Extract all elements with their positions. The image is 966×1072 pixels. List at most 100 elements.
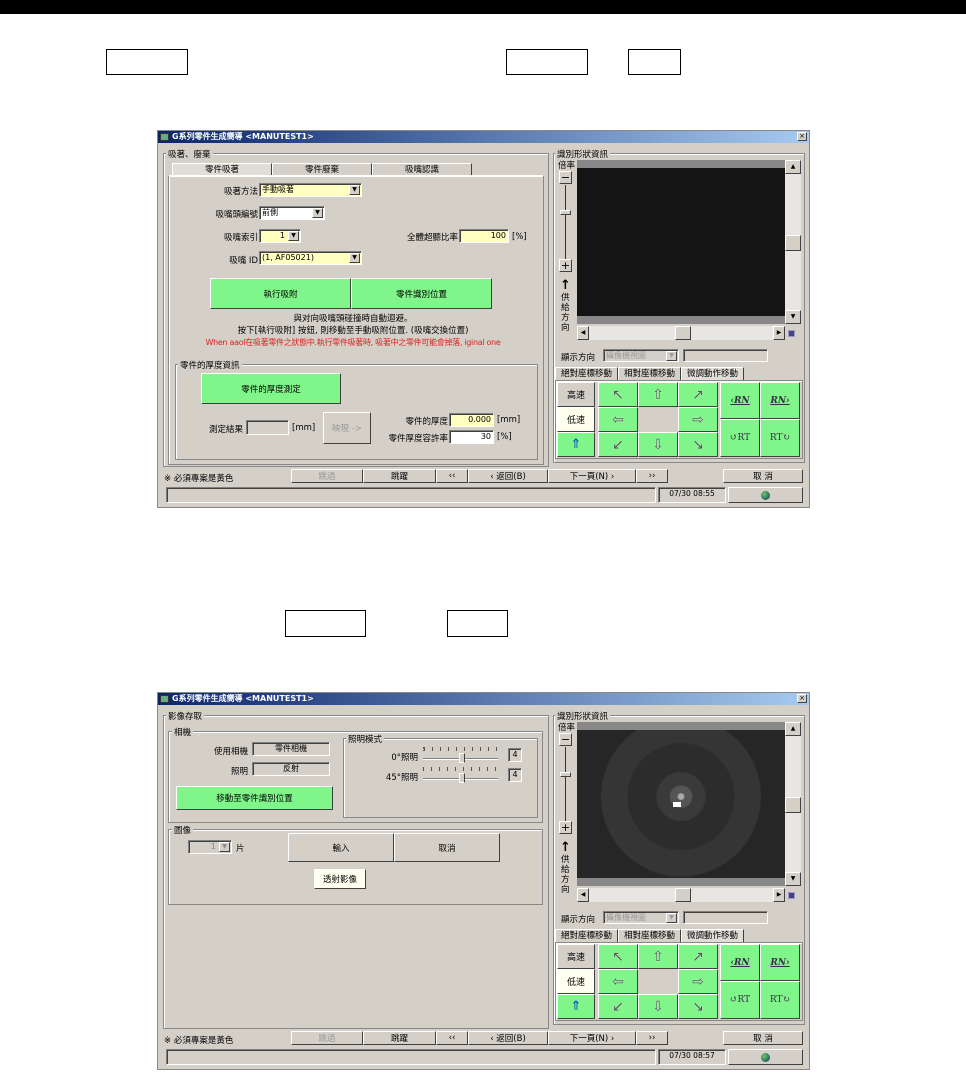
move-down-left-button[interactable]: ↙ bbox=[598, 432, 638, 457]
skip-button[interactable]: 跳過 bbox=[291, 469, 363, 483]
apply-button[interactable]: 映現 -> bbox=[323, 412, 371, 444]
move-up-button[interactable]: ⇧ bbox=[638, 382, 678, 407]
rotate-n-left-label: ‹RN bbox=[730, 957, 750, 968]
skip-button[interactable]: 跳過 bbox=[291, 1031, 363, 1045]
globe-button[interactable] bbox=[728, 487, 803, 503]
zoom-slider-thumb[interactable] bbox=[560, 772, 571, 777]
chevron-down-icon: ▼ bbox=[219, 842, 230, 852]
move-to-recog-position-button[interactable]: 移動至零件識別位置 bbox=[176, 786, 333, 810]
tab-move-2[interactable]: 微調動作移動 bbox=[681, 367, 744, 380]
back-button[interactable]: ‹ 返回(B) bbox=[468, 1031, 548, 1045]
vertical-scrollbar[interactable]: ▲ ▼ bbox=[785, 160, 801, 324]
nozzle-index-select[interactable]: 1 ▼ bbox=[259, 229, 301, 243]
zoom-out-button[interactable]: − bbox=[559, 733, 572, 746]
input-button[interactable]: 輸入 bbox=[288, 833, 394, 862]
tab-nozzle-recog[interactable]: 吸嘴認識 bbox=[372, 163, 472, 175]
feed-direction-arrow-icon: ↑ bbox=[560, 278, 571, 293]
move-down-button[interactable]: ⇩ bbox=[638, 432, 678, 457]
pick-method-select[interactable]: 手動吸著 ▼ bbox=[259, 183, 362, 197]
jump-button[interactable]: 跳躍 bbox=[363, 469, 436, 483]
light0-slider[interactable] bbox=[423, 747, 498, 763]
zoom-in-button[interactable]: + bbox=[559, 259, 572, 272]
cancel-button[interactable]: 取 消 bbox=[723, 469, 803, 483]
high-speed-button[interactable]: 高速 bbox=[557, 382, 595, 407]
tolerance-input[interactable]: 30 bbox=[449, 430, 494, 444]
zoom-in-button[interactable]: + bbox=[559, 821, 572, 834]
vertical-scrollbar[interactable]: ▲ ▼ bbox=[785, 722, 801, 886]
close-button[interactable]: × bbox=[797, 132, 807, 141]
pieces-select[interactable]: 1 ▼ bbox=[188, 840, 232, 854]
move-up-right-button[interactable]: ↗ bbox=[678, 382, 718, 407]
display-direction-label: 顯示方向 bbox=[561, 915, 596, 925]
rotate-t-right-button[interactable]: RT↻ bbox=[760, 981, 800, 1019]
move-up-left-button[interactable]: ↖ bbox=[598, 382, 638, 407]
home-up-button[interactable]: ⇑ bbox=[557, 432, 595, 457]
move-down-right-button[interactable]: ↘ bbox=[678, 432, 718, 457]
tab-part-pick[interactable]: 零件吸著 bbox=[172, 163, 272, 175]
last-button[interactable]: ›› bbox=[636, 469, 668, 483]
next-button[interactable]: 下一頁(N) › bbox=[548, 1031, 636, 1045]
move-right-button[interactable]: ⇨ bbox=[678, 407, 718, 432]
measure-thickness-button[interactable]: 零件的厚度測定 bbox=[201, 373, 341, 404]
required-note: ※ 必須專案是黃色 bbox=[164, 474, 234, 484]
slider-thumb[interactable] bbox=[459, 773, 465, 783]
app-icon bbox=[160, 133, 169, 141]
move-down-right-button[interactable]: ↘ bbox=[678, 994, 718, 1019]
display-direction-select[interactable]: 攝像機視圖 ▼ bbox=[603, 911, 679, 924]
zoom-out-button[interactable]: − bbox=[559, 171, 572, 184]
low-speed-button[interactable]: 低速 bbox=[557, 407, 595, 432]
slider-thumb[interactable] bbox=[459, 753, 465, 763]
tab-move-0[interactable]: 絕對座標移動 bbox=[555, 367, 618, 380]
display-direction-select[interactable]: 攝像機視圖 ▼ bbox=[603, 349, 679, 362]
rotate-n-left-button[interactable]: ‹RN bbox=[720, 944, 760, 981]
tab-move-1[interactable]: 相對座標移動 bbox=[618, 367, 681, 380]
tab-move-1[interactable]: 相對座標移動 bbox=[618, 929, 681, 942]
rotate-n-right-button[interactable]: RN› bbox=[760, 944, 800, 981]
low-speed-button[interactable]: 低速 bbox=[557, 969, 595, 994]
move-right-button[interactable]: ⇨ bbox=[678, 969, 718, 994]
tab-move-0[interactable]: 絕對座標移動 bbox=[555, 929, 618, 942]
home-up-button[interactable]: ⇑ bbox=[557, 994, 595, 1019]
move-up-left-button[interactable]: ↖ bbox=[598, 944, 638, 969]
overall-rate-input[interactable]: 100 bbox=[459, 229, 509, 243]
transmit-image-button[interactable]: 透射影像 bbox=[314, 869, 366, 889]
last-button[interactable]: ›› bbox=[636, 1031, 668, 1045]
tab-part-discard[interactable]: 零件廢棄 bbox=[272, 163, 372, 175]
tab-move-2[interactable]: 微調動作移動 bbox=[681, 929, 744, 942]
head-no-select[interactable]: 前側 ▼ bbox=[259, 206, 325, 220]
move-up-right-button[interactable]: ↗ bbox=[678, 944, 718, 969]
part-recog-position-button[interactable]: 零件識別位置 bbox=[351, 278, 492, 309]
cancel-image-button[interactable]: 取消 bbox=[394, 833, 500, 862]
zoom-slider-track[interactable] bbox=[565, 185, 566, 259]
move-left-button[interactable]: ⇦ bbox=[598, 407, 638, 432]
close-button[interactable]: × bbox=[797, 694, 807, 703]
cancel-button[interactable]: 取 消 bbox=[723, 1031, 803, 1045]
rotate-t-left-button[interactable]: ↺RT bbox=[720, 419, 760, 457]
move-up-button[interactable]: ⇧ bbox=[638, 944, 678, 969]
move-left-button[interactable]: ⇦ bbox=[598, 969, 638, 994]
zoom-slider-thumb[interactable] bbox=[560, 210, 571, 215]
jump-button[interactable]: 跳躍 bbox=[363, 1031, 436, 1045]
chevron-down-icon: ▼ bbox=[666, 913, 677, 923]
move-down-left-button[interactable]: ↙ bbox=[598, 994, 638, 1019]
title-bar: G系列零件生成嚮導 <MANUTEST1> bbox=[158, 693, 809, 705]
light45-slider[interactable] bbox=[423, 767, 498, 783]
globe-button[interactable] bbox=[728, 1049, 803, 1065]
high-speed-button[interactable]: 高速 bbox=[557, 944, 595, 969]
nozzle-id-select[interactable]: (1, AF05021) ▼ bbox=[259, 251, 362, 265]
page-header-bar bbox=[0, 0, 966, 14]
first-button[interactable]: ‹‹ bbox=[436, 469, 468, 483]
execute-pick-button[interactable]: 執行吸附 bbox=[210, 278, 351, 309]
next-button[interactable]: 下一頁(N) › bbox=[548, 469, 636, 483]
back-button[interactable]: ‹ 返回(B) bbox=[468, 469, 548, 483]
rotate-n-right-button[interactable]: RN› bbox=[760, 382, 800, 419]
zoom-slider-track[interactable] bbox=[565, 747, 566, 821]
horizontal-scrollbar[interactable]: ◀ ▶ bbox=[577, 326, 785, 340]
move-down-button[interactable]: ⇩ bbox=[638, 994, 678, 1019]
rotate-n-left-button[interactable]: ‹RN bbox=[720, 382, 760, 419]
rotate-t-right-button[interactable]: RT↻ bbox=[760, 419, 800, 457]
horizontal-scrollbar[interactable]: ◀ ▶ bbox=[577, 888, 785, 902]
thickness-input[interactable]: 0.000 bbox=[449, 413, 494, 427]
rotate-t-left-button[interactable]: ↺RT bbox=[720, 981, 760, 1019]
first-button[interactable]: ‹‹ bbox=[436, 1031, 468, 1045]
